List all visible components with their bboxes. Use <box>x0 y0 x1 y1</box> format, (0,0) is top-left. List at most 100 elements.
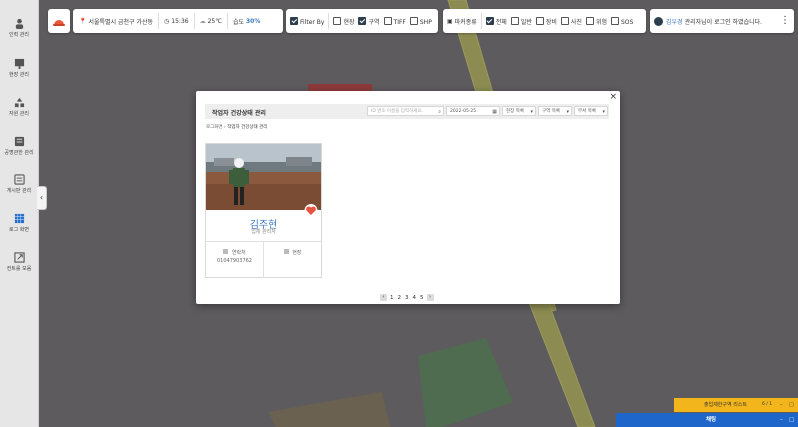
marker-photo[interactable]: 사진 <box>560 16 582 26</box>
filter-by-toggle[interactable]: Filter By <box>290 16 324 26</box>
filter-site[interactable]: 현장 <box>333 16 355 26</box>
sidebar-item-label: 현장 관리 <box>9 72 29 78</box>
department-select[interactable]: 부서 목록 ▾ <box>574 106 608 116</box>
marker-all[interactable]: 전체 <box>485 16 507 26</box>
cloud-icon: ☁ <box>199 17 206 25</box>
chevron-down-icon: ▾ <box>602 109 605 115</box>
resource-icon <box>14 97 24 108</box>
date-value: 2022-05-25 <box>450 109 477 114</box>
select-value: 부서 목록 <box>578 109 596 114</box>
sidebar-item-label: 게시판 관리 <box>6 188 32 194</box>
location-text: 서울특별시 금천구 가산동 <box>88 18 154 26</box>
location-weather-bar: 📍 서울특별시 금천구 가산동 ◷ 15:36 ☁ 25℃ 습도 30% <box>73 9 283 33</box>
checkbox-icon <box>358 16 367 25</box>
worker-role: 업체 관리자 <box>251 229 276 235</box>
chevron-left-icon: ‹ <box>39 193 44 202</box>
checkbox-icon <box>611 16 619 25</box>
more-menu-icon[interactable]: ⋮ <box>780 14 790 28</box>
sidebar-item-log[interactable]: 로그 화면 <box>0 213 38 233</box>
filter-label: SHP <box>419 18 432 26</box>
contact-label: 연락처 <box>231 250 246 256</box>
zone-select[interactable]: 구역 목록 ▾ <box>538 106 572 116</box>
checkbox-icon <box>383 16 392 25</box>
expand-icon[interactable]: □ <box>789 413 794 427</box>
filter-tiff[interactable]: TIFF <box>383 16 406 26</box>
sidebar-item-controls[interactable]: 컨트롤 모음 <box>0 252 38 272</box>
search-input[interactable]: ID 번호·이름을 입력하세요. ⌕ <box>367 106 444 116</box>
worker-info: 연락처 01047903762 현장 <box>206 241 321 278</box>
sidebar-item-label: 로그 화면 <box>9 227 29 233</box>
prev-page-button[interactable]: ‹ <box>380 294 387 301</box>
checkbox-icon <box>510 16 519 25</box>
sidebar-item-resources[interactable]: 자원 관리 <box>0 97 38 117</box>
page-4[interactable]: 4 <box>413 295 417 301</box>
filter-shp[interactable]: SHP <box>409 16 432 26</box>
checkbox-icon <box>409 16 418 25</box>
divider <box>193 13 195 29</box>
marker-type-label: 마커종류 <box>454 18 477 26</box>
minimize-icon[interactable]: – <box>780 413 783 427</box>
marker-danger[interactable]: 위험 <box>585 16 607 26</box>
logo-box[interactable] <box>48 9 70 33</box>
divider <box>226 13 228 29</box>
sidebar-item-tasks[interactable]: 공명관한 관리 <box>0 136 38 156</box>
checkbox-icon <box>485 16 494 25</box>
map-icon: ▣ <box>447 17 453 25</box>
user-name[interactable]: 김우경 <box>666 17 683 26</box>
chat-bar[interactable]: 채팅 – □ <box>616 413 798 427</box>
site-select[interactable]: 현장 목록 ▾ <box>502 106 536 116</box>
user-avatar-icon <box>654 16 663 26</box>
sidebar-item-sites[interactable]: 현장 관리 <box>0 58 38 78</box>
checkbox-icon <box>290 16 298 25</box>
temperature-text: 25℃ <box>207 17 222 25</box>
helmet-logo-icon <box>53 20 65 26</box>
pagination: ‹ 1 2 3 4 5 › <box>380 294 434 301</box>
user-message: 관리자님이 로그인 하였습니다. <box>684 18 763 26</box>
chat-label: 채팅 <box>706 417 717 423</box>
marker-equipment[interactable]: 장비 <box>535 16 557 26</box>
contact-value: 01047903762 <box>217 258 252 264</box>
site-label: 현장 <box>292 250 302 256</box>
checkbox-icon <box>535 16 544 25</box>
sidebar-item-label: 공명관한 관리 <box>4 150 34 156</box>
restricted-zone-list-bar[interactable]: 출입제한구역 리스트 6 / 1 – □ <box>674 398 798 412</box>
close-icon[interactable]: × <box>609 92 617 102</box>
sidebar-item-board[interactable]: 게시판 관리 <box>0 174 38 194</box>
sidebar-collapse-button[interactable]: ‹ <box>37 186 47 210</box>
sidebar-item-label: 자원 관리 <box>9 111 29 117</box>
worker-card[interactable]: 김주현 업체 관리자 연락처 01047903762 현장 <box>205 143 322 278</box>
marker-label: SOS <box>621 18 634 26</box>
date-input[interactable]: 2022-05-25 ▦ <box>446 106 500 116</box>
page-3[interactable]: 3 <box>405 295 409 301</box>
search-placeholder: ID 번호·이름을 입력하세요. <box>371 109 423 114</box>
board-icon <box>13 174 25 185</box>
page-2[interactable]: 2 <box>398 295 402 301</box>
chevron-down-icon: ▾ <box>566 109 569 115</box>
monitor-icon <box>14 58 24 69</box>
minimize-icon[interactable]: – <box>780 398 783 412</box>
marker-label: 장비 <box>545 18 557 26</box>
sidebar-item-workers[interactable]: 인력 관리 <box>0 18 38 38</box>
divider <box>158 13 160 29</box>
modal-header: 작업자 건강상태 관리 ID 번호·이름을 입력하세요. ⌕ 2022-05-2… <box>205 104 609 119</box>
sidebar-item-label: 컨트롤 모음 <box>6 266 32 272</box>
worker-photo-image <box>206 144 321 210</box>
checkbox-icon <box>560 16 569 25</box>
next-page-button[interactable]: › <box>426 294 434 301</box>
divider <box>328 13 330 29</box>
expand-icon[interactable]: □ <box>789 398 794 412</box>
contact-label-row: 연락처 <box>206 249 263 256</box>
search-icon: ⌕ <box>438 109 441 115</box>
filter-zone[interactable]: 구역 <box>358 16 380 26</box>
marker-general[interactable]: 일반 <box>510 16 532 26</box>
clock-icon: ◷ <box>164 17 170 25</box>
marker-sos[interactable]: SOS <box>611 16 634 26</box>
filter-label: 현장 <box>343 18 355 26</box>
page-5[interactable]: 5 <box>420 295 424 301</box>
filter-label: TIFF <box>393 18 406 26</box>
worker-photo <box>206 144 321 210</box>
page-1[interactable]: 1 <box>390 295 394 301</box>
breadcrumb-item[interactable]: 로그화면 <box>206 125 223 130</box>
sidebar: 인력 관리 현장 관리 자원 관리 공명관한 관리 게시판 관리 로그 화면 컨… <box>0 0 39 427</box>
contact-cell: 연락처 01047903762 <box>206 242 264 278</box>
